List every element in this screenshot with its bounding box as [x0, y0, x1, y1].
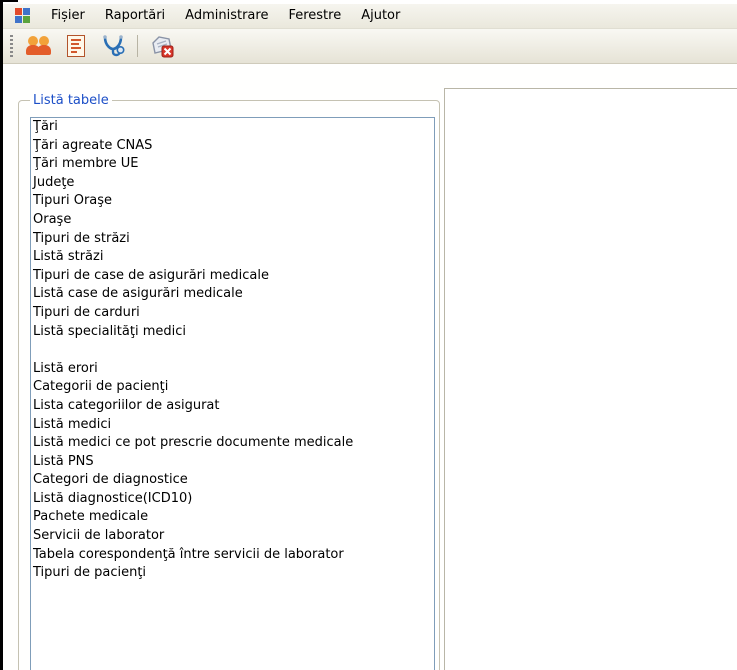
list-item[interactable]: Oraşe [31, 211, 434, 230]
list-item[interactable]: Listă case de asigurări medicale [31, 285, 434, 304]
list-item[interactable]: Tipuri de carduri [31, 304, 434, 323]
list-item[interactable]: Pachete medicale [31, 508, 434, 527]
delete-icon[interactable] [149, 33, 175, 59]
list-item[interactable]: Tipuri de pacienţi [31, 564, 434, 583]
list-item[interactable]: Listă străzi [31, 248, 434, 267]
menu-windows[interactable]: Ferestre [279, 4, 352, 28]
report-icon[interactable] [67, 35, 85, 57]
list-item[interactable]: Ţări membre UE [31, 155, 434, 174]
table-listbox[interactable]: Ţări Ţări agreate CNAS Ţări membre UE Ju… [30, 117, 435, 670]
list-item-empty[interactable] [31, 341, 434, 360]
detail-panel [444, 88, 737, 670]
menu-bar: Fișier Raportări Administrare Ferestre A… [3, 4, 737, 29]
menu-file[interactable]: Fișier [42, 4, 96, 28]
list-item[interactable]: Judeţe [31, 174, 434, 193]
list-item[interactable]: Listă diagnostice(ICD10) [31, 490, 434, 509]
list-item[interactable]: Servicii de laborator [31, 527, 434, 546]
list-item[interactable]: Categori de diagnostice [31, 471, 434, 490]
list-item[interactable]: Tipuri Oraşe [31, 192, 434, 211]
stethoscope-icon[interactable] [100, 33, 126, 59]
list-item[interactable]: Listă medici [31, 416, 434, 435]
list-item[interactable]: Lista categoriilor de asigurat [31, 397, 434, 416]
list-item[interactable]: Listă specialităţi medici [31, 323, 434, 342]
list-item[interactable]: Categorii de pacienţi [31, 378, 434, 397]
toolbar [3, 29, 737, 64]
window-corner [0, 0, 18, 2]
list-item[interactable]: Listă PNS [31, 453, 434, 472]
users-icon[interactable] [26, 33, 52, 59]
list-item[interactable]: Ţări [31, 118, 434, 137]
toolbar-grip[interactable] [10, 35, 13, 57]
list-item[interactable]: Tipuri de străzi [31, 230, 434, 249]
toolbar-separator [137, 35, 138, 57]
list-item[interactable]: Tabela corespondenţă între servicii de l… [31, 546, 434, 565]
list-item[interactable]: Tipuri de case de asigurări medicale [31, 267, 434, 286]
menu-help[interactable]: Ajutor [352, 4, 411, 28]
app-icon[interactable] [15, 8, 31, 24]
menu-reports[interactable]: Raportări [96, 4, 176, 28]
table-list-title: Listă tabele [30, 94, 112, 108]
list-item[interactable]: Listă erori [31, 360, 434, 379]
list-item[interactable]: Ţări agreate CNAS [31, 137, 434, 156]
menu-administration[interactable]: Administrare [176, 4, 279, 28]
list-item[interactable]: Listă medici ce pot prescrie documente m… [31, 434, 434, 453]
application-window: Fișier Raportări Administrare Ferestre A… [0, 0, 737, 670]
